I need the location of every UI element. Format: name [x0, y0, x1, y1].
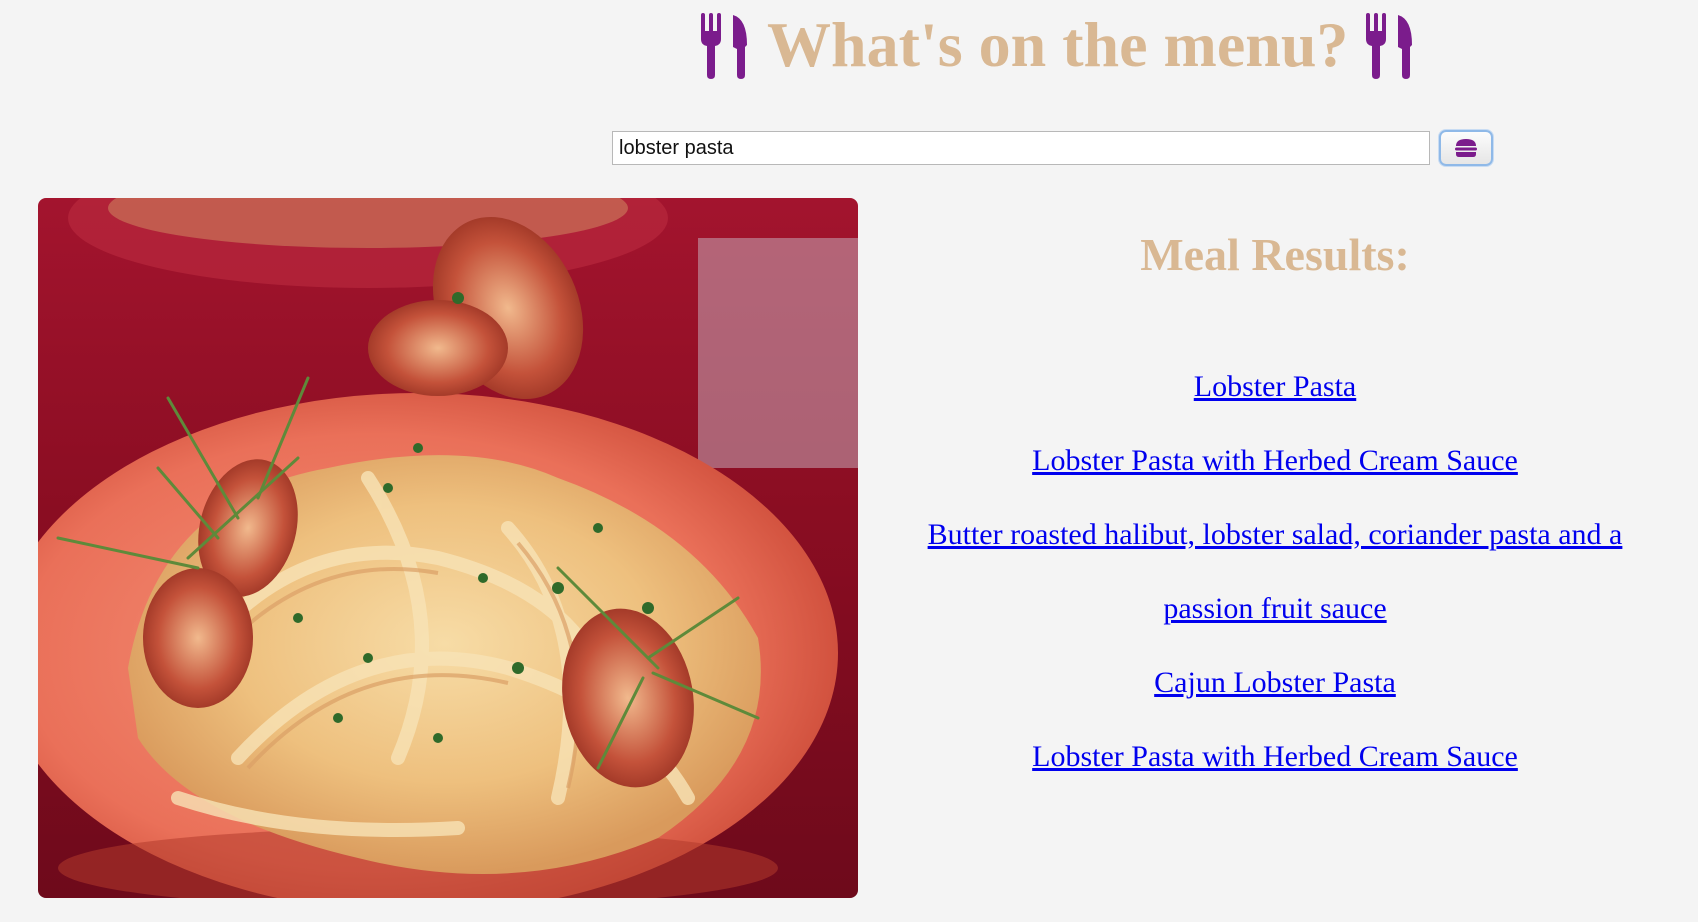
page-title: What's on the menu? [767, 9, 1349, 80]
list-item: Lobster Pasta with Herbed Cream Sauce [880, 720, 1670, 794]
list-item: Lobster Pasta [880, 350, 1670, 424]
meal-link[interactable]: Cajun Lobster Pasta [1154, 666, 1396, 699]
result-list: Lobster Pasta Lobster Pasta with Herbed … [880, 350, 1670, 794]
search-button[interactable] [1439, 130, 1493, 166]
meal-link[interactable]: Butter roasted halibut, lobster salad, c… [928, 518, 1623, 625]
title-row: What's on the menu? [697, 10, 1418, 80]
utensils-icon [1366, 13, 1413, 79]
list-item: Lobster Pasta with Herbed Cream Sauce [880, 424, 1670, 498]
list-item: Butter roasted halibut, lobster salad, c… [880, 498, 1670, 646]
results-heading: Meal Results: [1140, 229, 1410, 280]
page-header: What's on the menu? [0, 0, 1698, 100]
meal-photo [38, 198, 858, 898]
meal-results: Meal Results: Lobster Pasta Lobster Past… [880, 210, 1670, 794]
meal-link[interactable]: Lobster Pasta [1194, 370, 1356, 403]
search-bar [612, 128, 1493, 168]
meal-link[interactable]: Lobster Pasta with Herbed Cream Sauce [1032, 740, 1518, 773]
search-input[interactable] [612, 131, 1430, 165]
meal-link[interactable]: Lobster Pasta with Herbed Cream Sauce [1032, 444, 1518, 477]
lobster-pasta-photo [38, 198, 858, 898]
utensils-icon [701, 13, 747, 79]
hamburger-icon [1455, 139, 1477, 157]
list-item: Cajun Lobster Pasta [880, 646, 1670, 720]
